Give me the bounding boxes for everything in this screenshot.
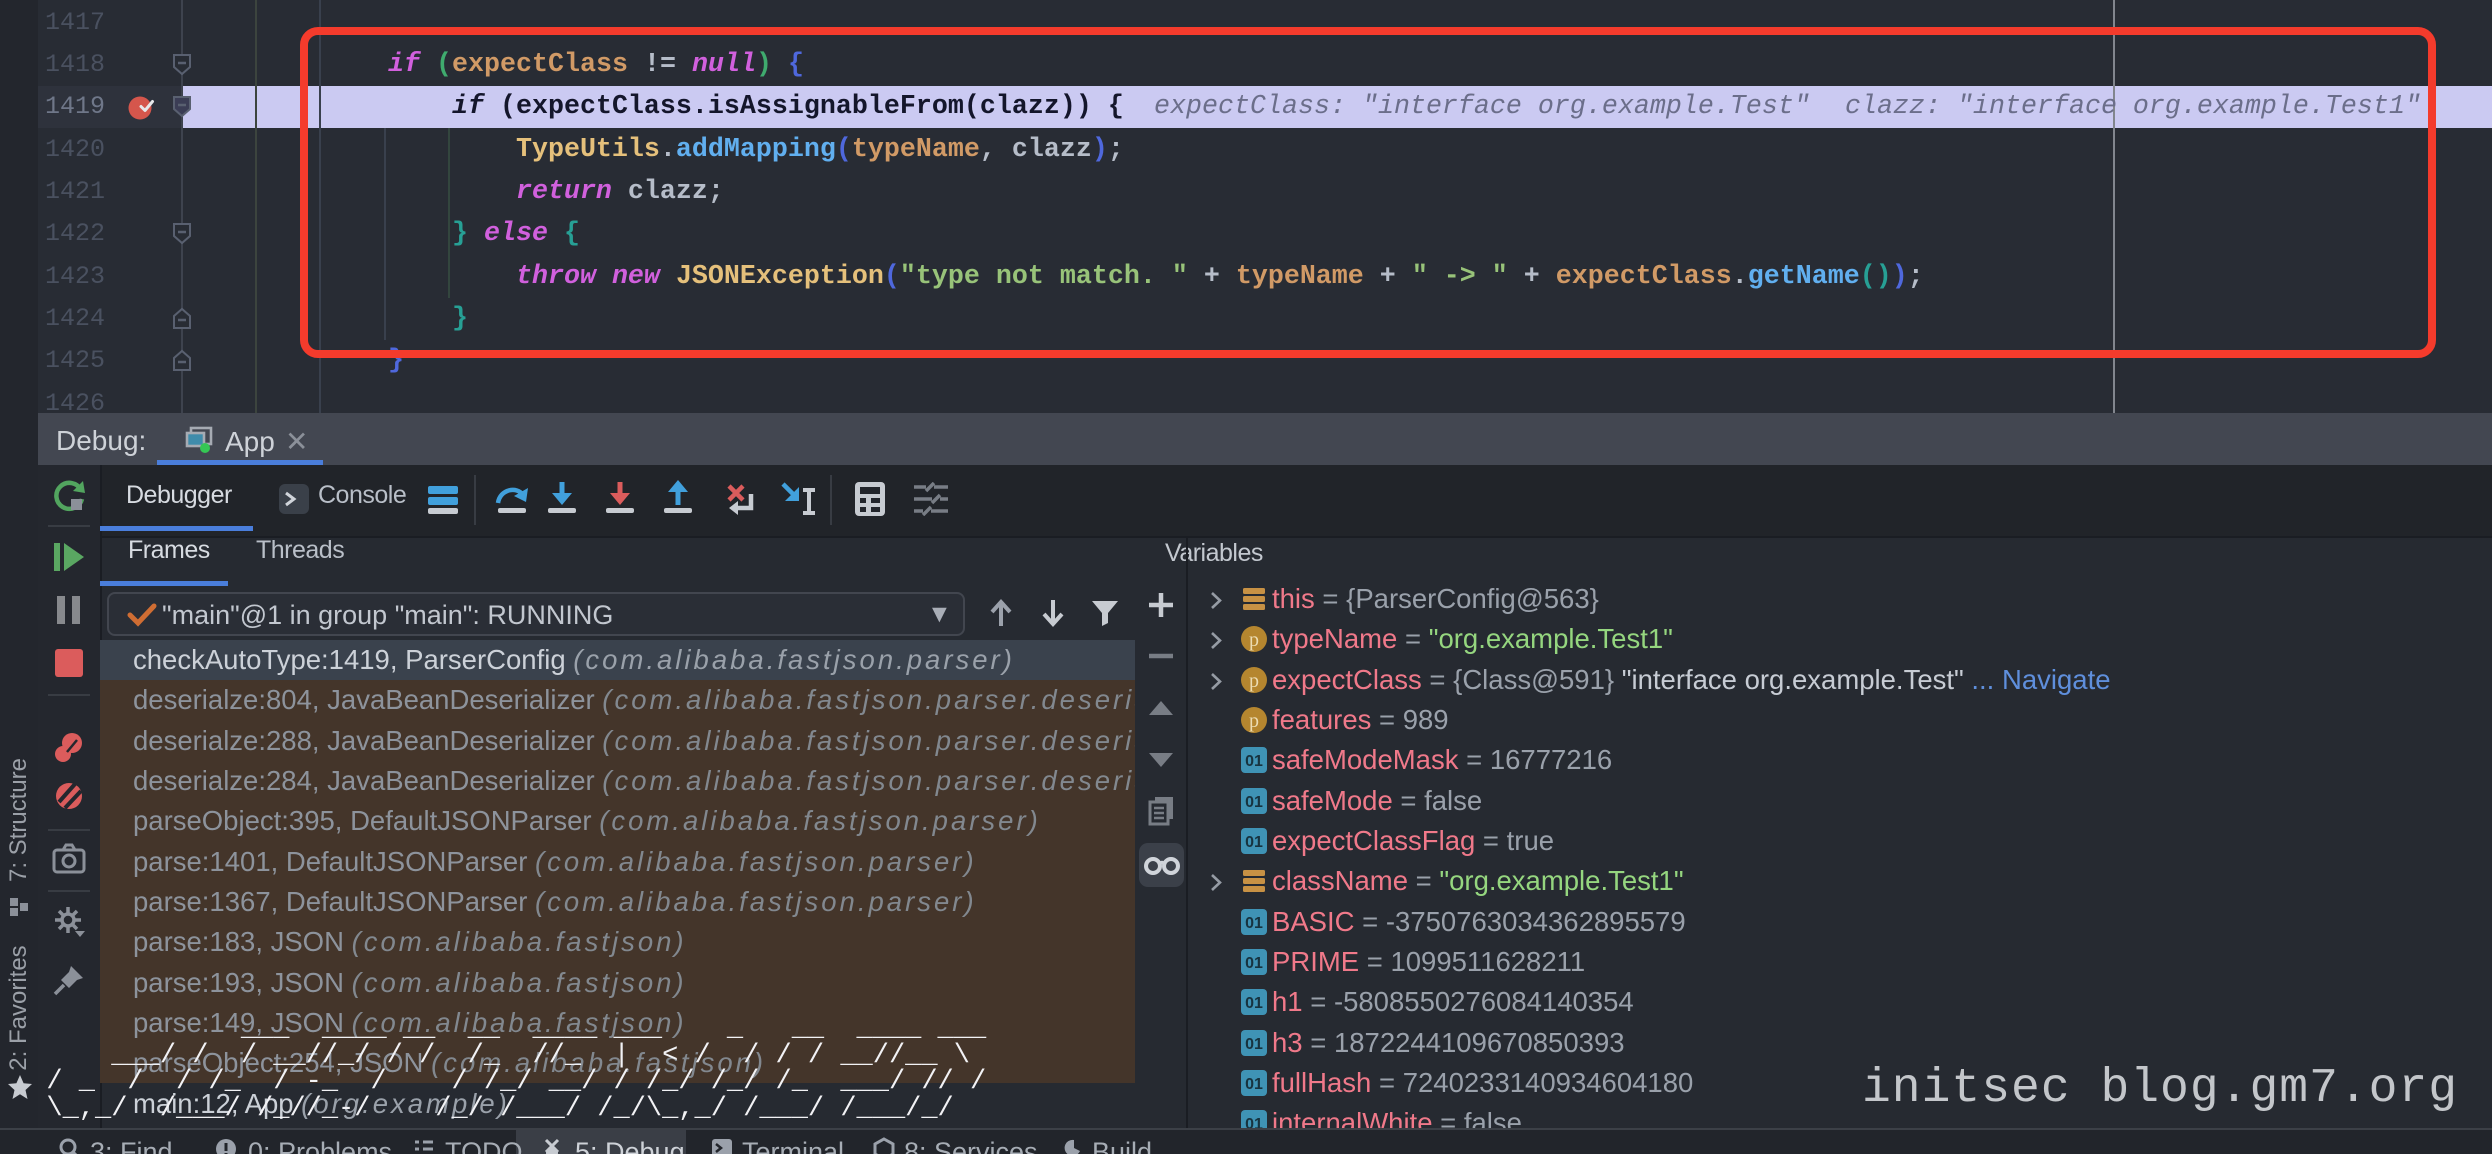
svg-text:01: 01: [1245, 1036, 1263, 1053]
svg-text:01: 01: [1245, 794, 1263, 811]
svg-text:p: p: [1249, 629, 1259, 651]
svg-text:p: p: [1249, 710, 1259, 732]
svg-text:01: 01: [1245, 753, 1263, 770]
svg-text:01: 01: [1245, 915, 1263, 932]
svg-text:01: 01: [1245, 834, 1263, 851]
svg-text:01: 01: [1245, 1076, 1263, 1093]
svg-text:p: p: [1249, 670, 1259, 692]
svg-text:01: 01: [1245, 955, 1263, 972]
svg-text:01: 01: [1245, 995, 1263, 1012]
